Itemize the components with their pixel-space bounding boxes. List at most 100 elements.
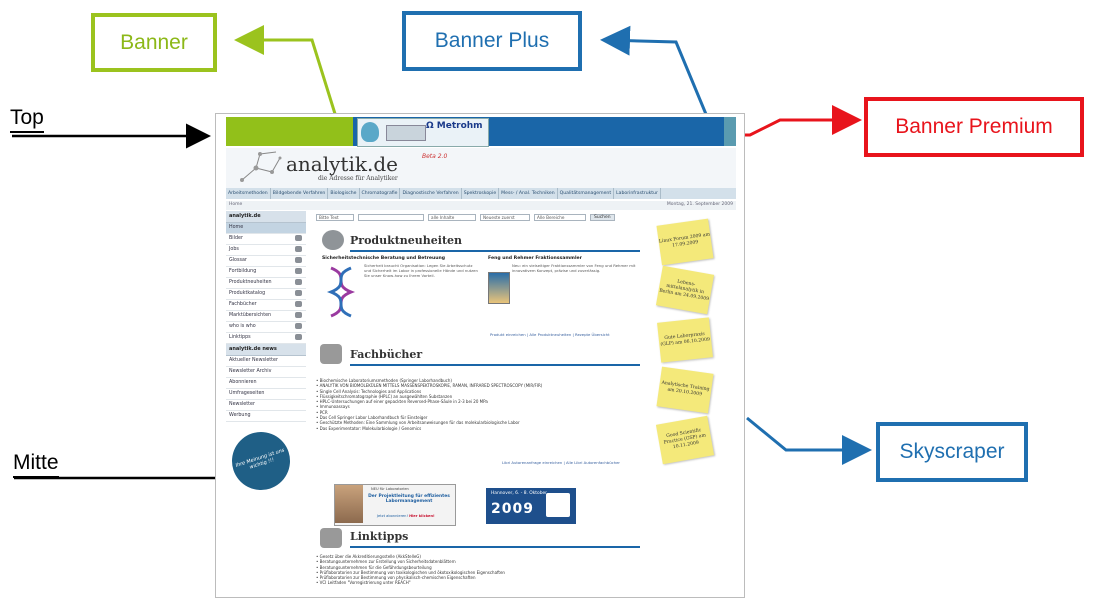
feedback-badge[interactable]: Ihre Meinung ist uns wichtig !!! xyxy=(224,424,298,498)
section-title-produktneuheiten: Produktneuheiten xyxy=(350,234,463,247)
banner-premium-label: Banner Premium xyxy=(895,115,1053,138)
search-bar: Bitte Text alle Inhalte Neueste zuerst A… xyxy=(316,214,646,222)
top-banner-area: Ω Metrohm xyxy=(226,117,736,147)
sticky-note[interactable]: Lebens- mittelanalytik in Berlin am 24.0… xyxy=(655,265,715,315)
person-image xyxy=(335,485,363,523)
fachbuecher-links[interactable]: Libri Autorenanfrage einreichen | Alle L… xyxy=(502,460,620,465)
sidebar-news-item[interactable]: Newsletter xyxy=(226,400,306,411)
banner-callout: Banner xyxy=(91,13,217,72)
sidebar-item[interactable]: Linktipps xyxy=(226,333,306,344)
ad-left-line1: NEU für Laboratorien xyxy=(371,487,409,491)
skyscraper-arrow xyxy=(746,416,872,465)
linktipps-list: Gesetz über die Akkreditierungsstelle (A… xyxy=(316,554,646,586)
sidebar-item[interactable]: who is who xyxy=(226,322,306,333)
search-field-2[interactable] xyxy=(358,214,424,221)
sidebar-item-icon xyxy=(295,301,302,307)
sidebar-item-icon xyxy=(295,257,302,263)
skyscraper-callout: Skyscraper xyxy=(876,422,1028,482)
nav-item[interactable]: Laborinfrastruktur xyxy=(614,188,661,199)
sidebar-item[interactable]: Jobs xyxy=(226,245,306,256)
fair-logo-icon xyxy=(546,493,570,517)
section-rule xyxy=(350,250,640,252)
fachbuecher-list: Biochemische Laboratoriumsmethoden (Spri… xyxy=(316,378,646,431)
sidebar-news-item[interactable]: Aktueller Newsletter xyxy=(226,356,306,367)
breadcrumb: Home Montag, 21. September 2009 xyxy=(226,201,736,210)
sticky-note[interactable]: Gute Laborpraxis (GLP) am 06.10.2009 xyxy=(657,317,713,363)
nav-item[interactable]: Arbeitsmethoden xyxy=(226,188,271,199)
sidebar-item[interactable]: Fortbildung xyxy=(226,267,306,278)
banner-arrow xyxy=(234,25,338,118)
nav-item[interactable]: Bildgebende Verfahren xyxy=(271,188,329,199)
sidebar-item[interactable]: Fachbücher xyxy=(226,300,306,311)
date-display: Montag, 21. September 2009 xyxy=(666,202,733,207)
content-select[interactable]: alle Inhalte xyxy=(428,214,476,221)
nav-item[interactable]: Spektroskopie xyxy=(462,188,500,199)
banner-label: Banner xyxy=(120,30,188,54)
site-header: analytik.de die Adresse für Analytiker B… xyxy=(226,148,736,188)
sidebar-item-icon xyxy=(295,312,302,318)
sidebar-item[interactable]: Produktkatalog xyxy=(226,289,306,300)
sidebar-item-icon xyxy=(295,279,302,285)
sticky-note[interactable]: Analytische Training am 20.10.2009 xyxy=(656,366,714,414)
skyscraper-label: Skyscraper xyxy=(899,440,1005,463)
sidebar-news-item[interactable]: Abonnieren xyxy=(226,378,306,389)
mitte-label: Mitte xyxy=(13,451,59,478)
sidebar-news-item[interactable]: Werbung xyxy=(226,411,306,422)
nav-item[interactable]: Diagnostische Verfahren xyxy=(400,188,462,199)
product-image-right xyxy=(488,272,510,304)
breadcrumb-home[interactable]: Home xyxy=(229,202,242,207)
area-select[interactable]: Alle Bereiche xyxy=(534,214,586,221)
sidebar-item-icon xyxy=(295,323,302,329)
product-links[interactable]: Produkt einreichen | Alle Produktneuheit… xyxy=(490,332,610,337)
sticky-note[interactable]: Linux Forum 2009 am 17.09.2009 xyxy=(656,218,714,266)
sidebar-header: analytik.de xyxy=(226,211,306,223)
skyscraper-slot[interactable]: Linux Forum 2009 am 17.09.2009 Lebens- mi… xyxy=(653,218,735,470)
ad-left-line3: Jetzt abonnieren! Hier klicken! xyxy=(377,514,435,518)
sidebar-item-icon xyxy=(295,246,302,252)
search-button[interactable]: Suchen xyxy=(590,214,615,221)
banner-plus-label: Banner Plus xyxy=(434,29,550,52)
dna-helix-image xyxy=(326,266,356,318)
banner-premium-callout: Banner Premium xyxy=(864,97,1084,157)
site-tagline: die Adresse für Analytiker xyxy=(318,175,398,182)
mitte-banner-right[interactable]: Hannover, 6. - 8. Oktober 2009 xyxy=(486,488,576,524)
nav-item[interactable]: Qualitätsmanagement xyxy=(558,188,615,199)
sidebar-news-header: analytik.de news xyxy=(226,344,306,356)
gear-icon xyxy=(322,230,344,250)
list-item[interactable]: Das Experimentator: Molekularbiologie / … xyxy=(316,426,646,431)
search-input[interactable]: Bitte Text xyxy=(316,214,354,221)
sidebar-item[interactable]: Glossar xyxy=(226,256,306,267)
main-nav: Arbeitsmethoden Bildgebende Verfahren Biol… xyxy=(226,188,736,199)
nav-item[interactable]: Biologische xyxy=(328,188,360,199)
banner-plus-slot[interactable]: Ω Metrohm xyxy=(357,118,489,147)
banner-slot[interactable] xyxy=(226,117,353,146)
site-brand[interactable]: analytik.de xyxy=(286,152,398,176)
product-title-left[interactable]: Sicherheitstechnische Beratung und Betre… xyxy=(322,256,445,261)
banner-premium-edge xyxy=(724,117,736,146)
sidebar-item-icon xyxy=(295,290,302,296)
books-icon xyxy=(320,344,342,364)
sidebar-item[interactable]: Home xyxy=(226,223,306,234)
product-text-right: Neu: ein vielseitiger Fraktionssammler v… xyxy=(512,263,636,273)
molecule-logo-icon xyxy=(240,151,282,182)
website-screenshot: Ω Metrohm analytik.de die Adresse für An… xyxy=(215,113,745,598)
banner-plus-callout: Banner Plus xyxy=(402,11,582,71)
order-select[interactable]: Neueste zuerst xyxy=(480,214,530,221)
sidebar-item[interactable]: Bilder xyxy=(226,234,306,245)
section-title-linktipps: Linktipps xyxy=(350,530,409,543)
sidebar-news-item[interactable]: Newsletter Archiv xyxy=(226,367,306,378)
links-icon xyxy=(320,528,342,548)
sidebar-item[interactable]: Produktneuheiten xyxy=(226,278,306,289)
list-item[interactable]: VCI Leitfaden "Vorregistrierung unter RE… xyxy=(316,580,646,585)
nav-item[interactable]: Mess- / Anal. Techniken xyxy=(499,188,558,199)
bulb-icon xyxy=(361,122,379,142)
sidebar-news-item[interactable]: Umfrageseiten xyxy=(226,389,306,400)
nav-item[interactable]: Chromatografie xyxy=(360,188,401,199)
mitte-banner-left[interactable]: NEU für Laboratorien Der Projektleitung … xyxy=(334,484,456,526)
sticky-note[interactable]: Good Scientific Practice (GSP) am 10.11.… xyxy=(655,415,715,465)
sidebar-item[interactable]: Marktübersichten xyxy=(226,311,306,322)
product-text-left: Sicherheit braucht Organisation: Legen S… xyxy=(364,263,478,278)
product-title-right[interactable]: Feng und Rehmer Fraktionssammler xyxy=(488,256,582,261)
banner-plus-arrow xyxy=(600,25,710,120)
top-label: Top xyxy=(10,106,44,133)
